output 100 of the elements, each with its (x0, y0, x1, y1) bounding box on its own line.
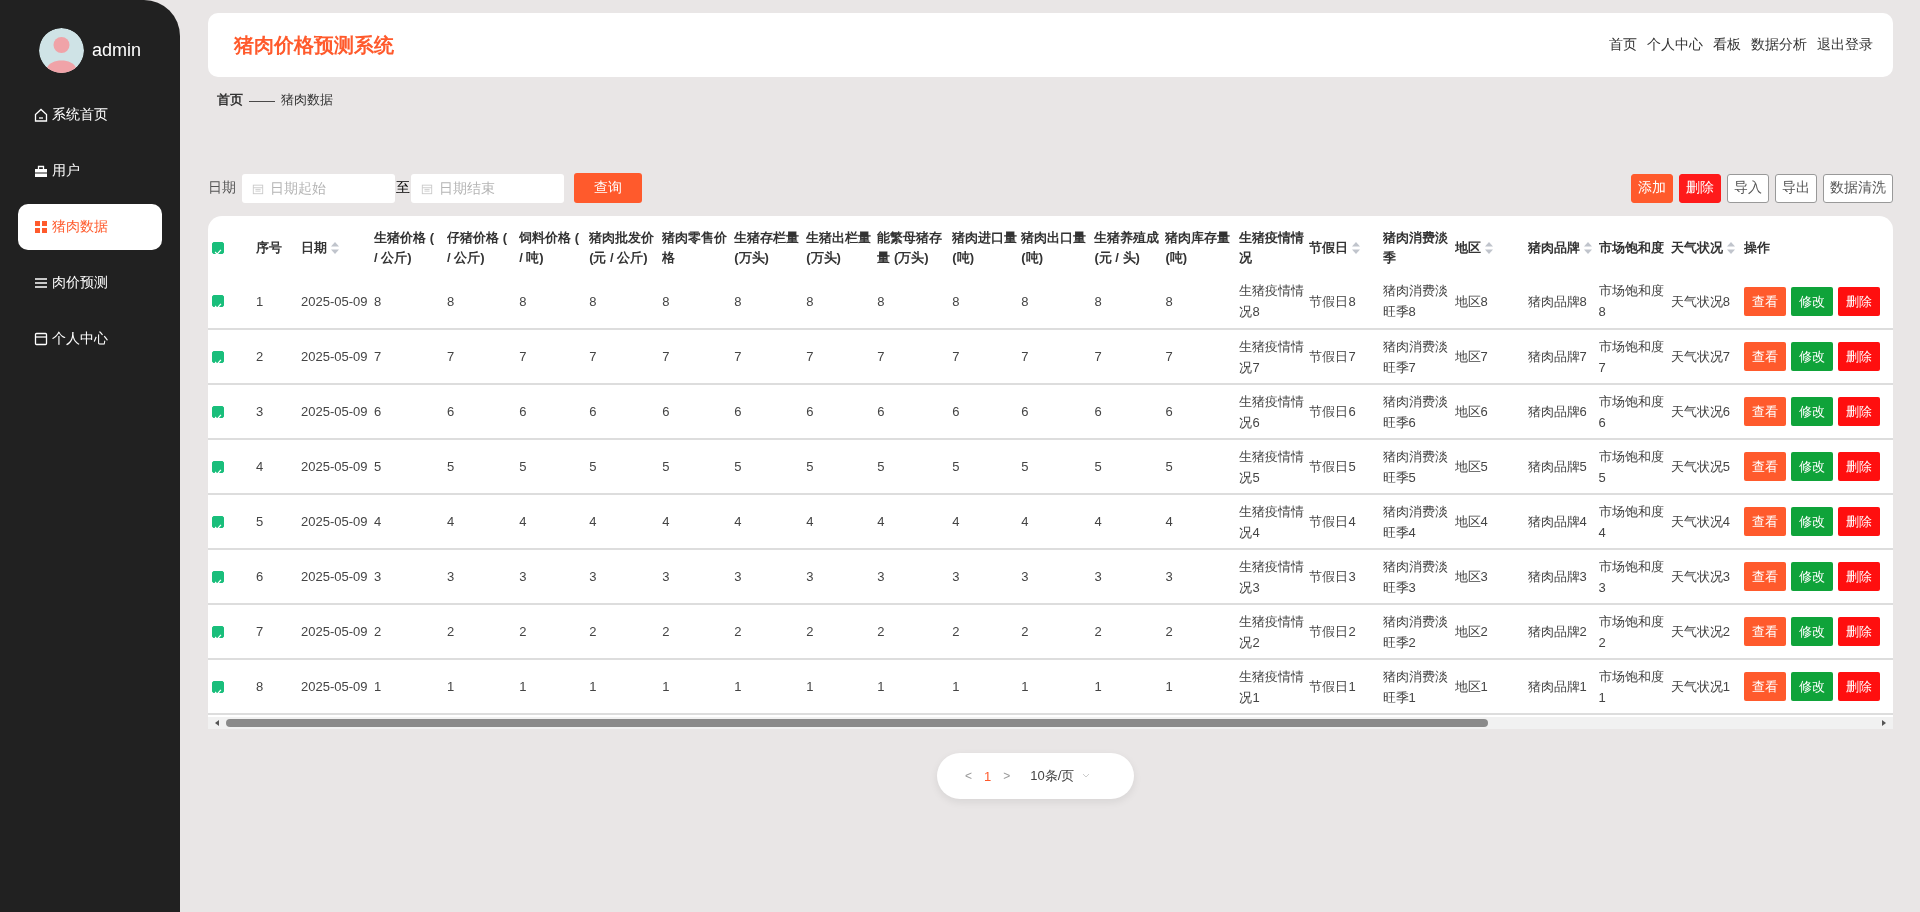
checkbox[interactable] (212, 625, 224, 638)
search-button[interactable]: 查询 (574, 173, 642, 203)
table-cell: 2 (447, 604, 520, 659)
table-cell: 2025-05-09 (301, 659, 375, 714)
table-cell: 市场饱和度4 (1598, 494, 1671, 549)
edit-button[interactable]: 修改 (1790, 672, 1833, 701)
view-button[interactable]: 查看 (1743, 562, 1786, 591)
table-cell: 3 (1021, 549, 1095, 604)
checkbox[interactable] (212, 295, 224, 307)
checkbox[interactable] (212, 680, 224, 693)
sidebar-item[interactable]: 肉价预测 (18, 260, 162, 306)
view-button[interactable]: 查看 (1743, 286, 1786, 316)
delete-button[interactable]: 删除 (1837, 672, 1880, 701)
column-header: 仔猪价格 ( / 公斤) (447, 229, 508, 267)
breadcrumb-link[interactable]: 首页 (217, 91, 243, 109)
toolbar-button[interactable]: 导入 (1727, 173, 1769, 203)
table-cell: 2 (734, 604, 807, 659)
delete-button[interactable]: 删除 (1837, 342, 1880, 371)
column-header: 猪肉消费淡季 (1382, 229, 1449, 267)
column-header[interactable]: 节假日 (1309, 238, 1349, 258)
table-cell: 节假日7 (1309, 329, 1383, 384)
table-cell: 4 (1021, 494, 1095, 549)
sidebar-item[interactable]: 系统首页 (18, 92, 162, 138)
sidebar-item[interactable]: 个人中心 (18, 316, 162, 362)
nav-link[interactable]: 退出登录 (1817, 36, 1873, 54)
edit-button[interactable]: 修改 (1790, 286, 1833, 316)
delete-button[interactable]: 删除 (1837, 562, 1880, 591)
table-cell: 1 (1094, 659, 1166, 714)
table-cell: 1 (806, 659, 878, 714)
delete-button[interactable]: 删除 (1837, 286, 1880, 316)
edit-button[interactable]: 修改 (1790, 617, 1833, 646)
table-cell: 7 (374, 329, 448, 384)
nav-link[interactable]: 个人中心 (1647, 36, 1703, 54)
column-header[interactable]: 天气状况 (1670, 238, 1723, 258)
delete-button[interactable]: 删除 (1837, 617, 1880, 646)
table-cell: 4 (877, 494, 953, 549)
table-cell: 市场饱和度1 (1598, 659, 1671, 714)
column-header[interactable]: 猪肉品牌 (1527, 238, 1580, 258)
filter-label: 日期 (208, 179, 236, 197)
checkbox[interactable] (212, 405, 224, 418)
nav-link[interactable]: 数据分析 (1751, 36, 1807, 54)
add-button[interactable]: 添加 (1631, 173, 1673, 203)
table-cell: 1 (256, 274, 302, 329)
table-cell: 1 (877, 659, 953, 714)
date-field[interactable]: 日期起始 (242, 173, 395, 203)
table-cell: 6 (374, 384, 448, 439)
edit-button[interactable]: 修改 (1790, 342, 1833, 371)
sidebar-item[interactable]: 猪肉数据 (18, 204, 162, 250)
checkbox[interactable] (212, 460, 224, 473)
table-cell: 2 (374, 604, 448, 659)
table-cell: 6 (877, 384, 953, 439)
edit-button[interactable]: 修改 (1790, 507, 1833, 536)
view-button[interactable]: 查看 (1743, 617, 1786, 646)
nav-link[interactable]: 首页 (1609, 36, 1637, 54)
delete-button[interactable]: 删除 (1837, 507, 1880, 536)
table-cell: 5 (256, 494, 302, 549)
table-cell: 猪肉品牌1 (1527, 659, 1599, 714)
toolbar-button[interactable]: 导出 (1775, 173, 1817, 203)
table-cell: 2 (952, 604, 1022, 659)
nav-link[interactable]: 看板 (1713, 36, 1741, 54)
table-cell: 地区2 (1454, 604, 1528, 659)
view-button[interactable]: 查看 (1743, 342, 1786, 371)
view-button[interactable]: 查看 (1743, 397, 1786, 426)
column-header[interactable]: 地区 (1454, 238, 1481, 258)
table-cell: 6 (734, 384, 807, 439)
caret-icon (1082, 773, 1091, 779)
edit-button[interactable]: 修改 (1790, 397, 1833, 426)
checkbox[interactable] (212, 515, 224, 528)
date-field[interactable]: 日期结束 (411, 173, 564, 203)
view-button[interactable]: 查看 (1743, 672, 1786, 701)
table-cell: 1 (519, 659, 590, 714)
edit-button[interactable]: 修改 (1790, 562, 1833, 591)
column-header: 生猪出栏量 (万头) (806, 229, 872, 267)
checkbox[interactable] (212, 242, 224, 254)
page-size-select[interactable]: 10条/页 (1030, 767, 1091, 785)
table-cell: 7 (952, 329, 1022, 384)
table-cell: 猪肉消费淡旺季7 (1382, 329, 1455, 384)
table-cell: 2025-05-09 (301, 384, 375, 439)
delete-button[interactable]: 删除 (1679, 173, 1721, 203)
column-header[interactable]: 日期 (301, 238, 328, 258)
table-cell: 地区6 (1454, 384, 1528, 439)
horizontal-scrollbar[interactable] (208, 717, 1893, 729)
sidebar-item[interactable]: 用户 (18, 148, 162, 194)
view-button[interactable]: 查看 (1743, 452, 1786, 481)
edit-button[interactable]: 修改 (1790, 452, 1833, 481)
prev-page-button[interactable]: < (965, 769, 972, 783)
table-cell: 猪肉消费淡旺季8 (1382, 274, 1455, 329)
page-number[interactable]: 1 (984, 768, 992, 784)
table-cell: 2 (256, 329, 302, 384)
toolbar-button[interactable]: 数据清洗 (1823, 173, 1893, 203)
delete-button[interactable]: 删除 (1837, 397, 1880, 426)
table-cell: 8 (734, 274, 807, 329)
table-cell: 节假日4 (1309, 494, 1383, 549)
checkbox[interactable] (212, 570, 224, 583)
next-page-button[interactable]: > (1003, 769, 1011, 783)
checkbox[interactable] (212, 350, 224, 363)
delete-button[interactable]: 删除 (1837, 452, 1880, 481)
table-cell: 3 (374, 549, 448, 604)
view-button[interactable]: 查看 (1743, 507, 1786, 536)
column-header: 猪肉批发价 (元 / 公斤) (589, 229, 655, 267)
